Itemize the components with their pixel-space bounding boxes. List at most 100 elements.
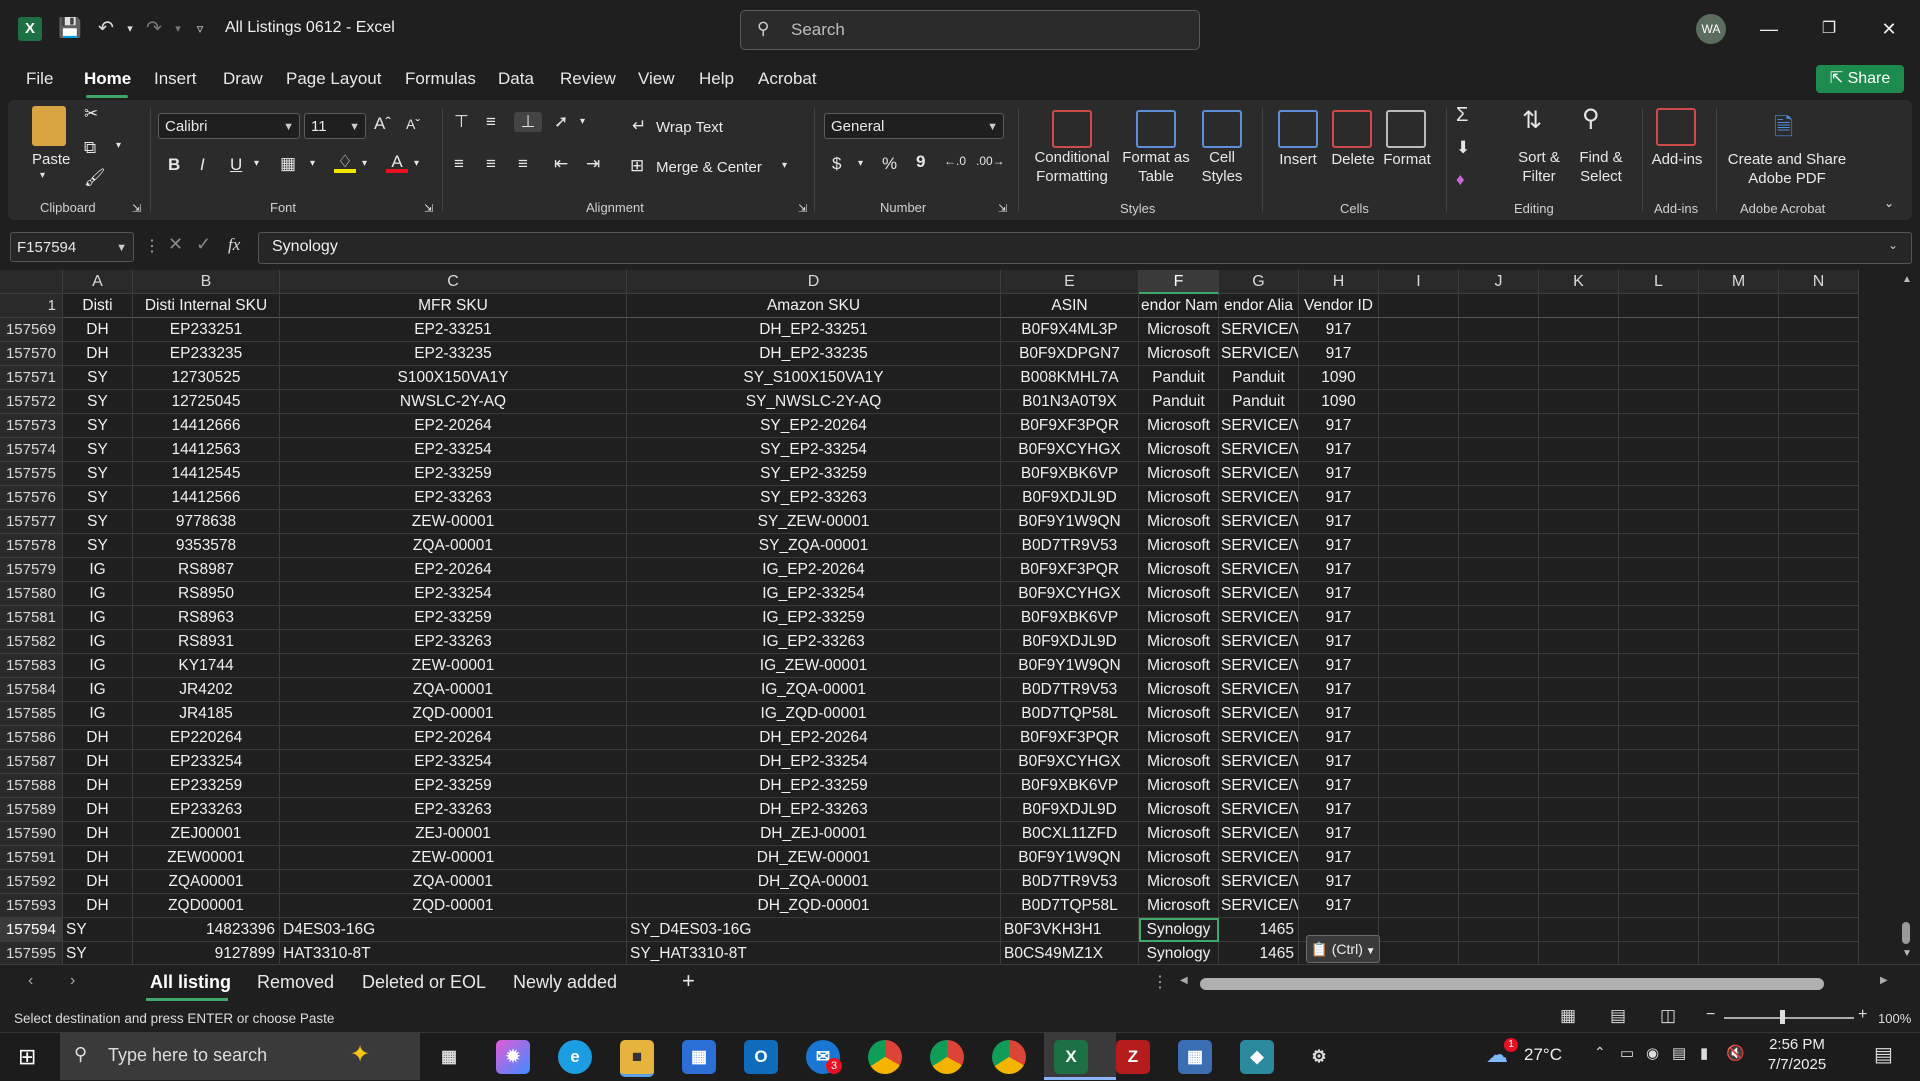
- page-break-view-icon[interactable]: ◫: [1660, 1006, 1676, 1026]
- column-title-cell[interactable]: Disti: [63, 294, 133, 318]
- table-cell[interactable]: [1539, 822, 1619, 846]
- table-cell[interactable]: [1699, 678, 1779, 702]
- table-cell[interactable]: B0D7TQP58L: [1001, 702, 1139, 726]
- table-cell[interactable]: B0F9XCYHGX: [1001, 750, 1139, 774]
- table-cell[interactable]: SY: [63, 390, 133, 414]
- table-cell[interactable]: 917: [1299, 798, 1379, 822]
- table-cell[interactable]: IG: [63, 702, 133, 726]
- table-cell[interactable]: DH: [63, 342, 133, 366]
- table-cell[interactable]: [1459, 438, 1539, 462]
- table-cell[interactable]: DH: [63, 726, 133, 750]
- app-diamond-icon[interactable]: ◆: [1240, 1040, 1274, 1074]
- table-cell[interactable]: 9778638: [133, 510, 280, 534]
- row-header[interactable]: 1: [0, 294, 63, 318]
- table-cell[interactable]: IG_EP2-33263: [627, 630, 1001, 654]
- format-painter-icon[interactable]: 🖌: [84, 168, 106, 188]
- table-cell[interactable]: [1459, 942, 1539, 966]
- file-explorer-icon[interactable]: ■: [620, 1040, 654, 1077]
- table-cell[interactable]: ZQA00001: [133, 870, 280, 894]
- table-cell[interactable]: [1379, 414, 1459, 438]
- create-share-pdf-button[interactable]: Create and Share Adobe PDF: [1722, 150, 1852, 188]
- tab-acrobat[interactable]: Acrobat: [758, 69, 817, 89]
- table-cell[interactable]: [1379, 486, 1459, 510]
- table-cell[interactable]: DH: [63, 870, 133, 894]
- table-cell[interactable]: [1539, 798, 1619, 822]
- table-cell[interactable]: B008KMHL7A: [1001, 366, 1139, 390]
- tab-file[interactable]: File: [26, 69, 53, 89]
- font-color-dropdown-icon[interactable]: ▾: [414, 158, 419, 169]
- fill-color-icon[interactable]: ♢: [334, 152, 356, 173]
- table-cell[interactable]: 1465: [1219, 942, 1299, 966]
- column-header-c[interactable]: C: [280, 270, 627, 294]
- table-cell[interactable]: ZEW-00001: [280, 510, 627, 534]
- table-cell[interactable]: DH: [63, 846, 133, 870]
- table-cell[interactable]: [1699, 798, 1779, 822]
- table-cell[interactable]: SERVICE/V: [1219, 606, 1299, 630]
- table-cell[interactable]: 917: [1299, 558, 1379, 582]
- increase-indent-icon[interactable]: ⇥: [586, 154, 600, 174]
- collapse-ribbon-icon[interactable]: ⌄: [1884, 196, 1894, 210]
- search-box[interactable]: ⚲ Search: [740, 10, 1200, 50]
- table-cell[interactable]: [1379, 318, 1459, 342]
- table-cell[interactable]: EP2-33263: [280, 486, 627, 510]
- table-cell[interactable]: [1539, 606, 1619, 630]
- tray-meet-icon[interactable]: ◉: [1646, 1044, 1659, 1062]
- decrease-decimal-icon[interactable]: .00→: [976, 154, 1005, 168]
- table-cell[interactable]: [1779, 774, 1859, 798]
- column-title-cell[interactable]: [1699, 294, 1779, 318]
- row-header[interactable]: 157586: [0, 726, 63, 750]
- table-cell[interactable]: [1459, 558, 1539, 582]
- table-cell[interactable]: 12730525: [133, 366, 280, 390]
- column-title-cell[interactable]: endor Nam: [1139, 294, 1219, 318]
- table-cell[interactable]: [1379, 366, 1459, 390]
- table-cell[interactable]: ZQA-00001: [280, 870, 627, 894]
- zoom-out-icon[interactable]: −: [1706, 1006, 1715, 1024]
- table-cell[interactable]: SY: [63, 486, 133, 510]
- table-cell[interactable]: [1699, 582, 1779, 606]
- row-header[interactable]: 157569: [0, 318, 63, 342]
- table-cell[interactable]: DH: [63, 798, 133, 822]
- cancel-entry-icon[interactable]: ✕: [168, 234, 183, 255]
- volume-muted-icon[interactable]: 🔇: [1726, 1044, 1745, 1062]
- table-cell[interactable]: EP2-33259: [280, 606, 627, 630]
- table-cell[interactable]: EP2-33254: [280, 438, 627, 462]
- more-icon[interactable]: ⋮: [1152, 972, 1168, 992]
- table-cell[interactable]: IG_ZEW-00001: [627, 654, 1001, 678]
- table-cell[interactable]: [1539, 918, 1619, 942]
- table-cell[interactable]: [1779, 606, 1859, 630]
- table-cell[interactable]: 917: [1299, 582, 1379, 606]
- table-cell[interactable]: 917: [1299, 606, 1379, 630]
- table-cell[interactable]: [1539, 942, 1619, 966]
- table-cell[interactable]: [1619, 342, 1699, 366]
- table-cell[interactable]: [1779, 702, 1859, 726]
- format-as-table-button[interactable]: Format as Table: [1116, 148, 1196, 186]
- table-cell[interactable]: 14412566: [133, 486, 280, 510]
- row-header[interactable]: 157575: [0, 462, 63, 486]
- table-cell[interactable]: DH: [63, 822, 133, 846]
- column-title-cell[interactable]: [1459, 294, 1539, 318]
- table-cell[interactable]: DH_EP2-33254: [627, 750, 1001, 774]
- horizontal-scroll-thumb[interactable]: [1200, 978, 1824, 990]
- table-cell[interactable]: [1619, 390, 1699, 414]
- table-cell[interactable]: [1539, 630, 1619, 654]
- table-cell[interactable]: B0F9XCYHGX: [1001, 582, 1139, 606]
- prev-sheet-icon[interactable]: ‹: [28, 972, 33, 990]
- task-view-icon[interactable]: ▦: [432, 1040, 466, 1074]
- column-header-f[interactable]: F: [1139, 270, 1219, 294]
- merge-center-button[interactable]: Merge & Center: [656, 158, 762, 177]
- row-header[interactable]: 157578: [0, 534, 63, 558]
- table-cell[interactable]: DH: [63, 750, 133, 774]
- column-title-cell[interactable]: endor Alia: [1219, 294, 1299, 318]
- table-cell[interactable]: [1779, 366, 1859, 390]
- table-cell[interactable]: 917: [1299, 510, 1379, 534]
- table-cell[interactable]: [1459, 390, 1539, 414]
- alignment-launcher-icon[interactable]: ⇲: [798, 202, 807, 215]
- tab-help[interactable]: Help: [699, 69, 734, 89]
- row-header[interactable]: 157585: [0, 702, 63, 726]
- table-cell[interactable]: Microsoft: [1139, 606, 1219, 630]
- settings-icon[interactable]: ⚙: [1302, 1040, 1336, 1074]
- column-title-cell[interactable]: Amazon SKU: [627, 294, 1001, 318]
- table-cell[interactable]: [1459, 702, 1539, 726]
- table-cell[interactable]: Microsoft: [1139, 510, 1219, 534]
- table-cell[interactable]: ZEJ00001: [133, 822, 280, 846]
